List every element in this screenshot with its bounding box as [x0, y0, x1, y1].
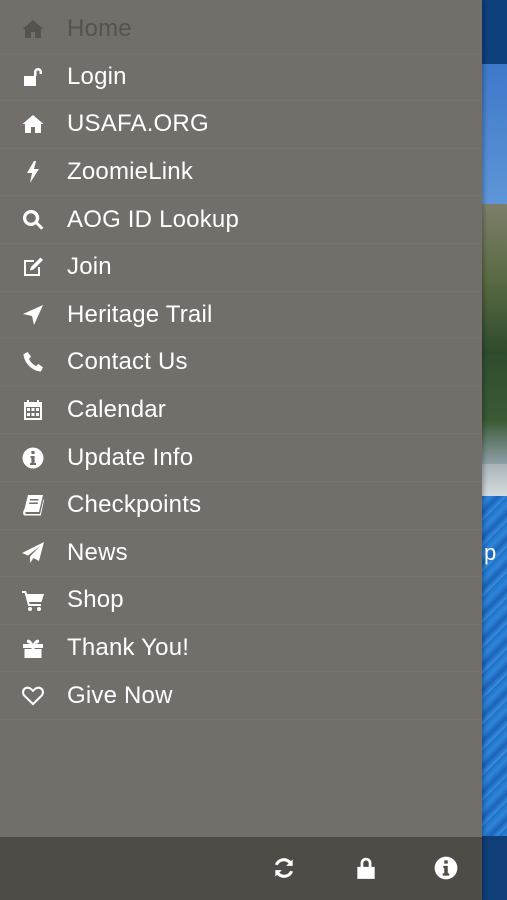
info-icon [434, 856, 458, 880]
menu-item-label: Calendar [67, 396, 166, 424]
menu-item-join[interactable]: Join [0, 244, 482, 292]
unlock-icon [20, 64, 46, 90]
background-bottom-bar [482, 836, 507, 900]
menu-item-label: Checkpoints [67, 491, 202, 519]
paper-plane-icon [20, 540, 46, 566]
menu-list: Home Login USAFA.ORG ZoomieLink AOG ID L… [0, 6, 482, 720]
info-button[interactable] [431, 853, 461, 883]
menu-item-label: Shop [67, 586, 124, 614]
menu-item-zoomielink[interactable]: ZoomieLink [0, 149, 482, 197]
calendar-icon [20, 397, 46, 423]
menu-item-login[interactable]: Login [0, 54, 482, 102]
menu-item-label: AOG ID Lookup [67, 205, 240, 233]
menu-item-contact-us[interactable]: Contact Us [0, 339, 482, 387]
gift-icon [20, 635, 46, 661]
location-arrow-icon [20, 302, 46, 328]
menu-item-label: Thank You! [67, 634, 190, 662]
background-sky [482, 64, 507, 204]
menu-item-news[interactable]: News [0, 530, 482, 578]
menu-item-label: Join [67, 253, 112, 281]
info-circle-icon [20, 445, 46, 471]
background-partial-text: p [484, 540, 497, 565]
menu-item-calendar[interactable]: Calendar [0, 387, 482, 435]
heart-icon [20, 683, 46, 709]
menu-item-checkpoints[interactable]: Checkpoints [0, 482, 482, 530]
refresh-icon [274, 858, 294, 878]
menu-item-aog-id-lookup[interactable]: AOG ID Lookup [0, 196, 482, 244]
menu-item-update-info[interactable]: Update Info [0, 434, 482, 482]
app-screen: p Home Login USAFA.ORG ZoomieLink AOG ID… [0, 0, 507, 900]
side-menu-drawer: Home Login USAFA.ORG ZoomieLink AOG ID L… [0, 0, 482, 900]
phone-icon [20, 349, 46, 375]
lock-button[interactable] [351, 853, 381, 883]
menu-item-label: Login [67, 62, 127, 90]
menu-item-thank-you[interactable]: Thank You! [0, 625, 482, 673]
menu-item-label: USAFA.ORG [67, 110, 209, 138]
menu-item-label: ZoomieLink [67, 158, 194, 186]
background-fence [482, 464, 507, 496]
background-mountain [482, 204, 507, 354]
search-icon [20, 207, 46, 233]
cart-icon [20, 587, 46, 613]
refresh-button[interactable] [269, 853, 299, 883]
menu-item-heritage-trail[interactable]: Heritage Trail [0, 292, 482, 340]
menu-item-label: Heritage Trail [67, 300, 213, 328]
menu-item-label: News [67, 538, 128, 566]
menu-item-label: Update Info [67, 443, 194, 471]
home-icon [20, 16, 46, 42]
edit-icon [20, 254, 46, 280]
book-icon [20, 492, 46, 518]
menu-item-home[interactable]: Home [0, 6, 482, 54]
menu-item-label: Contact Us [67, 348, 188, 376]
home-icon [20, 111, 46, 137]
drawer-footer [0, 837, 482, 900]
menu-item-usafa-org[interactable]: USAFA.ORG [0, 101, 482, 149]
background-trees [482, 354, 507, 464]
menu-item-label: Give Now [67, 681, 173, 709]
menu-item-label: Home [67, 15, 132, 43]
menu-item-shop[interactable]: Shop [0, 577, 482, 625]
lightning-icon [20, 159, 46, 185]
background-top-bar [482, 0, 507, 64]
lock-icon [357, 857, 375, 879]
menu-item-give-now[interactable]: Give Now [0, 672, 482, 720]
background-app: p [482, 0, 507, 900]
